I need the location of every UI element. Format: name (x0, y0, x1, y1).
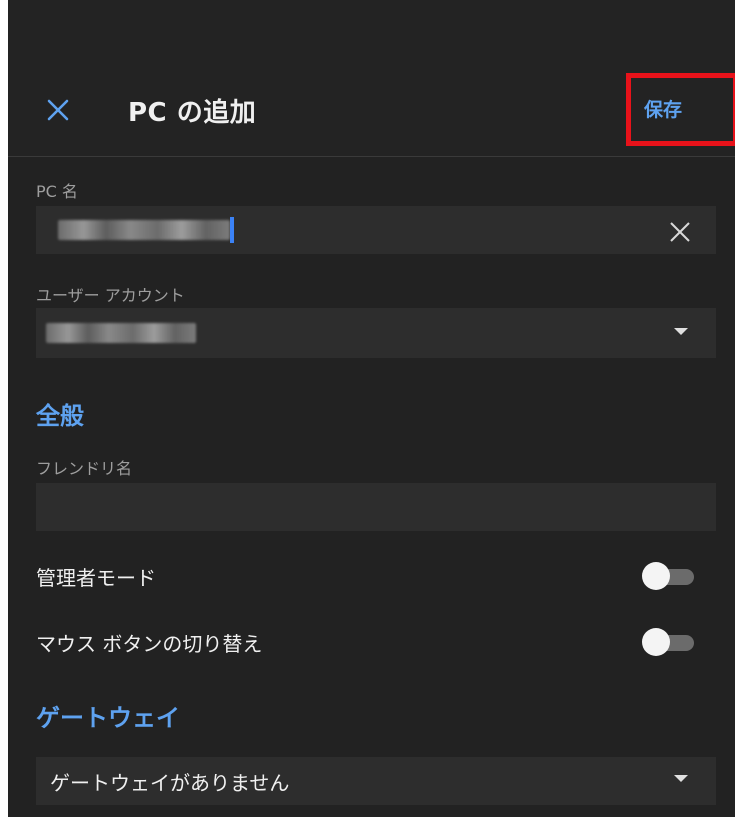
close-button[interactable] (38, 90, 78, 130)
chevron-down-icon (674, 775, 688, 782)
pc-name-input[interactable] (36, 206, 716, 254)
gateway-selected-value: ゲートウェイがありません (50, 771, 290, 795)
swap-mouse-buttons-toggle[interactable] (642, 627, 696, 657)
swap-mouse-buttons-label: マウス ボタンの切り替え (36, 632, 263, 656)
pc-name-value-redacted (58, 220, 230, 240)
toggle-knob (642, 562, 670, 590)
save-button[interactable]: 保存 (644, 95, 682, 122)
gateway-dropdown[interactable]: ゲートウェイがありません (36, 757, 716, 805)
clear-pc-name-button[interactable] (666, 218, 694, 246)
text-cursor (230, 217, 234, 243)
chevron-down-icon (674, 328, 688, 335)
friendly-name-input[interactable] (36, 483, 716, 531)
close-icon (47, 99, 69, 121)
clear-icon (670, 222, 690, 242)
pc-name-label: PC 名 (36, 182, 78, 201)
admin-mode-label: 管理者モード (36, 566, 156, 590)
toggle-knob (642, 628, 670, 656)
top-app-bar: PC の追加 保存 (8, 0, 735, 157)
user-account-label: ユーザー アカウント (36, 286, 185, 305)
add-pc-screen: PC の追加 保存 PC 名 ユーザー アカウント 全般 フレンドリ名 管理者モ… (8, 0, 735, 817)
user-account-dropdown[interactable] (36, 308, 716, 358)
admin-mode-toggle[interactable] (642, 561, 696, 591)
page-title: PC の追加 (128, 98, 257, 128)
friendly-name-label: フレンドリ名 (36, 459, 133, 478)
section-gateway-heading: ゲートウェイ (36, 704, 180, 732)
user-account-value-redacted (46, 323, 196, 343)
section-general-heading: 全般 (36, 402, 84, 430)
